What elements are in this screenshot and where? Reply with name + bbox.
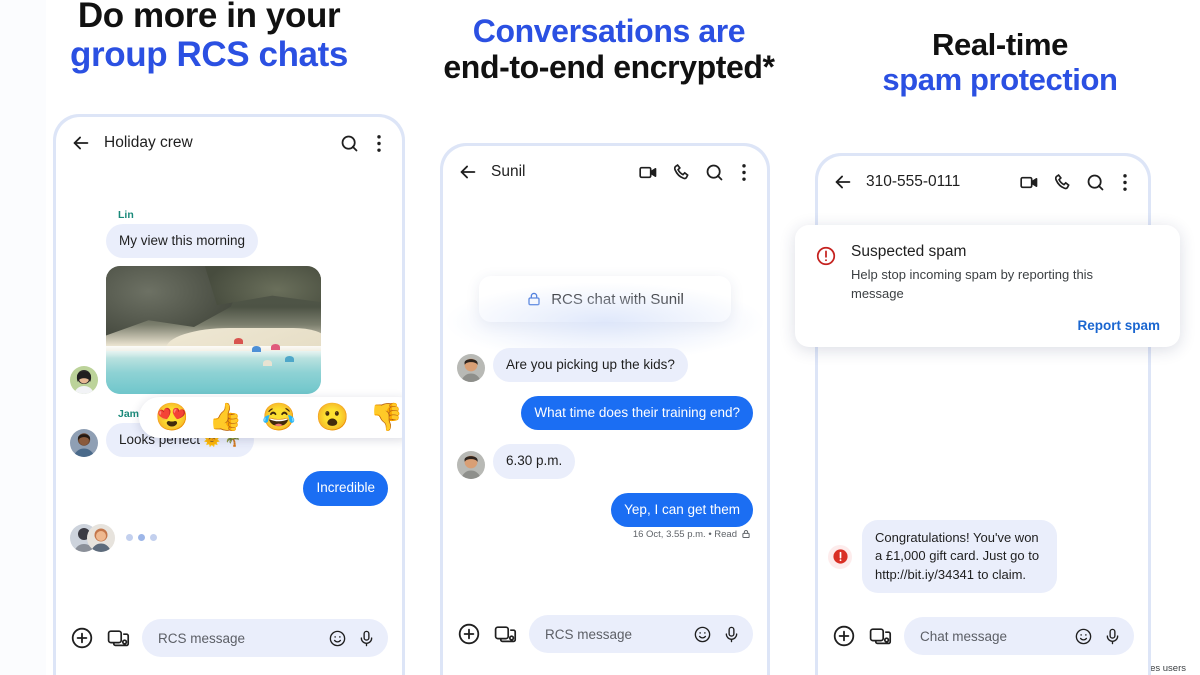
message-sender-label: Lin: [118, 209, 134, 221]
reaction-thumbs-up-icon[interactable]: 👍: [209, 404, 243, 431]
emoji-picker-icon[interactable]: [693, 625, 712, 644]
voice-input-icon[interactable]: [1103, 627, 1122, 646]
warning-icon: [815, 245, 837, 267]
app-bar-2: Sunil: [443, 146, 767, 198]
gallery-icon[interactable]: [868, 624, 892, 648]
spam-message-bubble[interactable]: Congratulations! You've won a £1,000 gif…: [862, 520, 1057, 594]
composer-2: RCS message: [443, 615, 767, 675]
report-spam-button[interactable]: Report spam: [815, 318, 1160, 333]
avatar: [457, 450, 485, 479]
search-icon[interactable]: [1085, 172, 1106, 193]
avatar: [457, 354, 485, 383]
composer-3: Chat message: [818, 617, 1148, 675]
delivery-status-text: 16 Oct, 3.55 p.m. • Read: [632, 528, 737, 540]
headline-line-dark: Real-time: [932, 27, 1068, 62]
message-input[interactable]: RCS message: [529, 615, 753, 653]
message-row: My view this morning: [70, 224, 388, 259]
gallery-icon[interactable]: [493, 622, 517, 646]
avatar: [70, 366, 98, 395]
suspected-spam-card[interactable]: Suspected spam Help stop incoming spam b…: [795, 225, 1180, 347]
app-bar-1: Holiday crew: [56, 117, 402, 169]
back-arrow-icon[interactable]: [457, 161, 479, 183]
headline-panel-1: Do more in your group RCS chats: [0, 0, 418, 74]
message-row: 6.30 p.m.: [457, 444, 753, 479]
headline-line-dark: end-to-end encrypted*: [443, 48, 775, 85]
typing-indicator: [70, 523, 388, 552]
message-bubble[interactable]: 6.30 p.m.: [493, 444, 576, 479]
phone-call-icon[interactable]: [671, 162, 692, 183]
message-row-outgoing: What time does their training end?: [457, 396, 753, 431]
conversation-title: Holiday crew: [104, 134, 193, 151]
message-row-outgoing: Incredible: [70, 471, 388, 506]
avatar: [70, 429, 98, 458]
reaction-surprised-icon[interactable]: 😮: [316, 404, 350, 431]
spam-message-row: Congratulations! You've won a £1,000 gif…: [828, 520, 1057, 594]
headline-panel-3: Real-time spam protection: [800, 27, 1200, 97]
emoji-reaction-bar[interactable]: 😍 👍 😂 😮 👎: [139, 397, 402, 438]
back-arrow-icon[interactable]: [70, 132, 92, 154]
message-bubble-outgoing[interactable]: What time does their training end?: [521, 396, 753, 431]
photo-message-row: [70, 266, 388, 395]
headline-line-blue: group RCS chats: [70, 35, 348, 75]
add-attachment-icon[interactable]: [832, 624, 856, 648]
delivery-status: 16 Oct, 3.55 p.m. • Read: [457, 529, 751, 540]
message-bubble[interactable]: My view this morning: [106, 224, 259, 259]
message-input[interactable]: RCS message: [142, 619, 388, 657]
phone-call-icon[interactable]: [1052, 172, 1073, 193]
message-list-2: Are you picking up the kids? What time d…: [443, 322, 767, 540]
promo-screenshot: Do more in your group RCS chats Holiday …: [0, 0, 1200, 675]
message-bubble-outgoing[interactable]: Yep, I can get them: [611, 492, 753, 527]
overflow-menu-icon[interactable]: [741, 162, 753, 183]
search-icon[interactable]: [704, 162, 725, 183]
voice-input-icon[interactable]: [722, 625, 741, 644]
add-attachment-icon[interactable]: [457, 622, 481, 646]
reaction-laugh-icon[interactable]: 😂: [262, 404, 296, 431]
headline-line-dark: Do more in your: [77, 0, 341, 35]
phone-mockup-1: Holiday crew Lin My view this morning Ja…: [53, 114, 405, 675]
conversation-title: Sunil: [491, 163, 526, 180]
phone-screen-2: Sunil RCS chat with Suni: [443, 146, 767, 675]
emoji-picker-icon[interactable]: [1074, 627, 1093, 646]
overflow-menu-icon[interactable]: [376, 133, 388, 154]
headline-line-blue: Conversations are: [472, 13, 746, 49]
reaction-heart-eyes-icon[interactable]: 😍: [155, 404, 189, 431]
lock-icon-small: [741, 529, 751, 539]
message-row-outgoing: Yep, I can get them: [457, 492, 753, 527]
phone-screen-1: Holiday crew Lin My view this morning Ja…: [56, 117, 402, 675]
overflow-menu-icon[interactable]: [1122, 172, 1134, 193]
typing-avatars: [70, 523, 115, 552]
back-arrow-icon[interactable]: [832, 171, 854, 193]
photo-message[interactable]: [106, 266, 321, 395]
message-bubble[interactable]: Are you picking up the kids?: [493, 348, 688, 383]
message-bubble-outgoing[interactable]: Incredible: [303, 471, 388, 506]
composer-1: RCS message: [56, 619, 402, 675]
voice-input-icon[interactable]: [357, 629, 376, 648]
search-icon[interactable]: [339, 133, 360, 154]
typing-dots: [126, 534, 157, 542]
message-list-1: Lin My view this morning James Looks per…: [56, 169, 402, 552]
video-call-icon[interactable]: [1019, 172, 1040, 193]
add-attachment-icon[interactable]: [70, 626, 94, 650]
message-row: Are you picking up the kids?: [457, 348, 753, 383]
gallery-icon[interactable]: [106, 626, 130, 650]
message-input-placeholder: RCS message: [545, 626, 633, 642]
headline-panel-2: Conversations are end-to-end encrypted*: [418, 13, 800, 86]
spam-card-body: Help stop incoming spam by reporting thi…: [851, 267, 1094, 301]
avatar: [87, 523, 115, 552]
message-input-placeholder: RCS message: [158, 630, 246, 646]
app-bar-3: 310-555-0111: [818, 156, 1148, 208]
message-input[interactable]: Chat message: [904, 617, 1134, 655]
spam-flag-icon: [828, 544, 852, 569]
message-input-placeholder: Chat message: [920, 628, 1008, 644]
emoji-picker-icon[interactable]: [328, 629, 347, 648]
phone-mockup-2: Sunil RCS chat with Suni: [440, 143, 770, 675]
headline-line-blue: spam protection: [882, 61, 1118, 97]
spam-card-text: Suspected spam Help stop incoming spam b…: [851, 243, 1136, 304]
spam-card-header: Suspected spam Help stop incoming spam b…: [815, 243, 1160, 304]
beach-photo: [106, 266, 321, 395]
reaction-thumbs-down-icon[interactable]: 👎: [370, 404, 403, 431]
conversation-title: 310-555-0111: [866, 173, 961, 190]
video-call-icon[interactable]: [638, 162, 659, 183]
spam-card-title: Suspected spam: [851, 243, 967, 260]
